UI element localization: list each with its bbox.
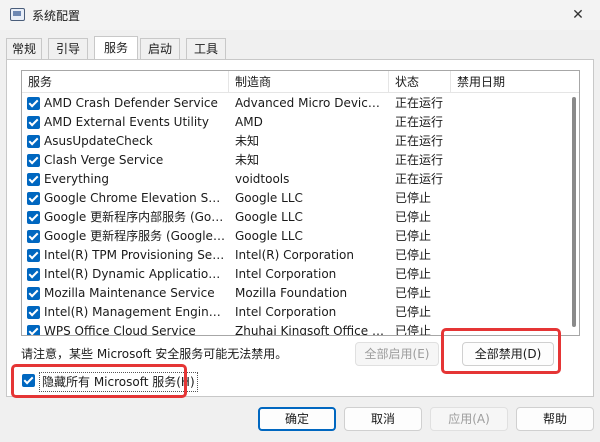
service-name: Intel(R) Management Engine WM... xyxy=(44,305,227,319)
service-name: AsusUpdateCheck xyxy=(44,134,153,148)
table-row[interactable]: Google Chrome Elevation Servic... Google … xyxy=(22,189,567,208)
service-name: WPS Office Cloud Service xyxy=(44,324,196,336)
service-status: 已停止 xyxy=(395,191,432,205)
table-row[interactable]: Mozilla Maintenance Service Mozilla Found… xyxy=(22,284,567,303)
service-status: 已停止 xyxy=(395,305,432,319)
service-checkbox[interactable] xyxy=(27,97,40,110)
service-name: Everything xyxy=(44,172,109,186)
close-button[interactable]: ✕ xyxy=(556,0,600,30)
service-name: Mozilla Maintenance Service xyxy=(44,286,215,300)
service-name: AMD Crash Defender Service xyxy=(44,96,218,110)
service-name: Google 更新程序服务 (GoogleUp... xyxy=(44,229,227,243)
tab-services[interactable]: 服务 xyxy=(94,36,138,59)
service-status: 已停止 xyxy=(395,248,432,262)
service-status: 已停止 xyxy=(395,229,432,243)
service-rows: AMD Crash Defender Service Advanced Micro… xyxy=(22,94,567,336)
table-row[interactable]: AMD Crash Defender Service Advanced Micro… xyxy=(22,94,567,113)
service-status: 正在运行 xyxy=(395,96,444,110)
window-title: 系统配置 xyxy=(32,9,81,23)
services-list[interactable]: 服务 制造商 状态 禁用日期 AMD Crash Defender Servic… xyxy=(21,70,580,336)
service-checkbox[interactable] xyxy=(27,173,40,186)
service-checkbox[interactable] xyxy=(27,192,40,205)
table-row[interactable]: Intel(R) Dynamic Application Loa... Intel… xyxy=(22,265,567,284)
service-checkbox[interactable] xyxy=(27,211,40,224)
service-manufacturer: Mozilla Foundation xyxy=(235,286,348,300)
apply-button[interactable]: 应用(A) xyxy=(430,407,508,431)
service-manufacturer: Zhuhai Kingsoft Office Soft... xyxy=(235,324,385,336)
table-row[interactable]: Intel(R) Management Engine WM... Intel Co… xyxy=(22,303,567,322)
ok-button[interactable]: 确定 xyxy=(258,407,336,431)
list-scrollbar[interactable] xyxy=(572,97,576,327)
service-status: 正在运行 xyxy=(395,115,444,129)
table-row[interactable]: Intel(R) TPM Provisioning Service Intel(R… xyxy=(22,246,567,265)
column-header-manufacturer[interactable]: 制造商 xyxy=(229,71,389,93)
hide-ms-checkbox-box[interactable] xyxy=(22,374,35,387)
service-manufacturer: voidtools xyxy=(235,172,290,186)
msconfig-app-icon xyxy=(10,8,25,21)
service-manufacturer: Intel Corporation xyxy=(235,305,337,319)
table-row[interactable]: Google 更新程序服务 (GoogleUp... Google LLC 已停止 xyxy=(22,227,567,246)
list-header: 服务 制造商 状态 禁用日期 xyxy=(22,71,579,93)
service-status: 正在运行 xyxy=(395,134,444,148)
service-manufacturer: Intel(R) Corporation xyxy=(235,248,354,262)
service-name: Google Chrome Elevation Servic... xyxy=(44,191,227,205)
service-checkbox[interactable] xyxy=(27,325,40,335)
tab-boot[interactable]: 引导 xyxy=(48,38,88,60)
service-checkbox[interactable] xyxy=(27,287,40,300)
service-name: Intel(R) Dynamic Application Loa... xyxy=(44,267,227,281)
tab-startup[interactable]: 启动 xyxy=(140,38,180,60)
service-name: Google 更新程序内部服务 (Googl... xyxy=(44,210,227,224)
table-row[interactable]: AMD External Events Utility AMD 正在运行 xyxy=(22,113,567,132)
service-checkbox[interactable] xyxy=(27,230,40,243)
service-checkbox[interactable] xyxy=(27,154,40,167)
service-checkbox[interactable] xyxy=(27,268,40,281)
table-row[interactable]: AsusUpdateCheck 未知 正在运行 xyxy=(22,132,567,151)
service-manufacturer: Advanced Micro Devices, I... xyxy=(235,96,385,110)
column-header-service[interactable]: 服务 xyxy=(22,71,229,93)
service-status: 正在运行 xyxy=(395,172,444,186)
table-row[interactable]: WPS Office Cloud Service Zhuhai Kingsoft … xyxy=(22,322,567,336)
enable-all-button[interactable]: 全部启用(E) xyxy=(355,342,439,366)
disable-all-button[interactable]: 全部禁用(D) xyxy=(462,342,554,366)
services-pane: 服务 制造商 状态 禁用日期 AMD Crash Defender Servic… xyxy=(6,59,594,397)
service-manufacturer: Google LLC xyxy=(235,229,303,243)
service-manufacturer: Google LLC xyxy=(235,210,303,224)
service-status: 正在运行 xyxy=(395,153,444,167)
cancel-button[interactable]: 取消 xyxy=(344,407,422,431)
service-status: 已停止 xyxy=(395,324,432,336)
tab-general[interactable]: 常规 xyxy=(6,38,42,60)
table-row[interactable]: Google 更新程序内部服务 (Googl... Google LLC 已停止 xyxy=(22,208,567,227)
hide-ms-label[interactable]: 隐藏所有 Microsoft 服务(H) xyxy=(39,372,198,392)
service-manufacturer: AMD xyxy=(235,115,263,129)
service-manufacturer: 未知 xyxy=(235,153,260,167)
ms-security-notice: 请注意，某些 Microsoft 安全服务可能无法禁用。 xyxy=(21,347,288,361)
service-manufacturer: Intel Corporation xyxy=(235,267,337,281)
service-status: 已停止 xyxy=(395,210,432,224)
service-checkbox[interactable] xyxy=(27,306,40,319)
service-checkbox[interactable] xyxy=(27,249,40,262)
help-button[interactable]: 帮助 xyxy=(516,407,594,431)
service-status: 已停止 xyxy=(395,267,432,281)
column-header-disabled-date[interactable]: 禁用日期 xyxy=(451,71,579,93)
tab-tools[interactable]: 工具 xyxy=(186,38,226,60)
title-bar: 系统配置 ✕ xyxy=(0,0,600,30)
table-row[interactable]: Everything voidtools 正在运行 xyxy=(22,170,567,189)
service-checkbox[interactable] xyxy=(27,135,40,148)
service-manufacturer: 未知 xyxy=(235,134,260,148)
service-name: Intel(R) TPM Provisioning Service xyxy=(44,248,227,262)
column-header-status[interactable]: 状态 xyxy=(389,71,451,93)
service-manufacturer: Google LLC xyxy=(235,191,303,205)
service-name: Clash Verge Service xyxy=(44,153,164,167)
table-row[interactable]: Clash Verge Service 未知 正在运行 xyxy=(22,151,567,170)
service-checkbox[interactable] xyxy=(27,116,40,129)
service-name: AMD External Events Utility xyxy=(44,115,209,129)
service-status: 已停止 xyxy=(395,286,432,300)
